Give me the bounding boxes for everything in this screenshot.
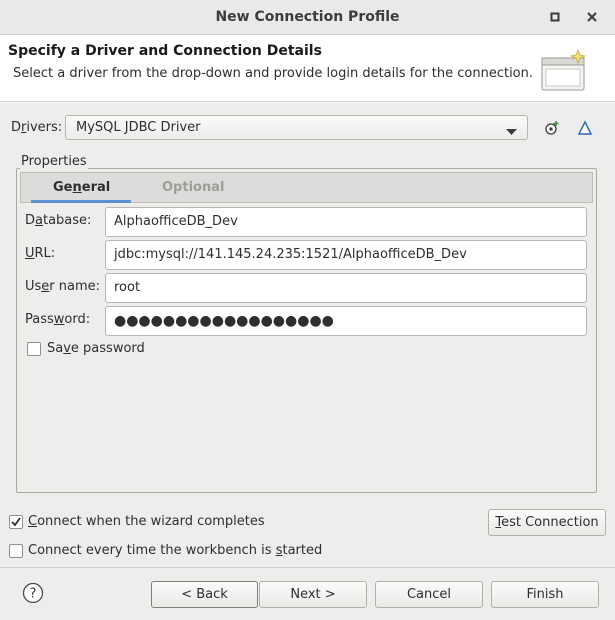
save-password-label: Save password (47, 341, 145, 356)
password-label: Password: (25, 312, 91, 327)
svg-text:?: ? (30, 587, 37, 602)
drivers-selected-value: MySQL JDBC Driver (76, 120, 201, 135)
window-title: New Connection Profile (215, 9, 400, 25)
header-description: Select a driver from the drop-down and p… (13, 66, 533, 81)
drivers-label: Drivers: (11, 120, 63, 135)
wizard-header: Specify a Driver and Connection Details … (0, 36, 615, 102)
checkmark-icon (11, 517, 21, 527)
cancel-button[interactable]: Cancel (375, 581, 483, 608)
window-titlebar: New Connection Profile (0, 0, 615, 35)
drivers-dropdown[interactable]: MySQL JDBC Driver (65, 115, 528, 140)
back-button[interactable]: < Back (151, 581, 258, 608)
url-label: URL: (25, 246, 56, 261)
username-field[interactable]: root (105, 273, 587, 303)
minimize-icon[interactable] (546, 8, 564, 26)
connect-when-complete-checkbox[interactable] (9, 515, 23, 529)
header-title: Specify a Driver and Connection Details (8, 43, 322, 59)
tab-general[interactable]: General (53, 180, 110, 195)
save-password-checkbox[interactable] (27, 342, 41, 356)
dropdown-arrow-icon (506, 125, 517, 140)
username-label: User name: (25, 279, 101, 294)
test-connection-button[interactable]: Test Connection (488, 509, 606, 536)
close-icon[interactable] (583, 8, 601, 26)
database-label: Database: (25, 213, 92, 228)
database-field[interactable]: AlphaofficeDB_Dev (105, 207, 587, 237)
footer-separator (0, 567, 615, 568)
help-icon[interactable]: ? (22, 582, 44, 604)
connect-every-time-checkbox[interactable] (9, 544, 23, 558)
connect-every-time-label: Connect every time the workbench is star… (28, 543, 323, 558)
finish-button[interactable]: Finish (491, 581, 599, 608)
new-driver-icon[interactable] (542, 118, 562, 138)
active-tab-indicator (31, 200, 131, 203)
tab-optional[interactable]: Optional (162, 180, 224, 195)
password-field[interactable]: ●●●●●●●●●●●●●●●●●● (105, 306, 587, 336)
url-field[interactable]: jdbc:mysql://141.145.24.235:1521/Alphaof… (105, 240, 587, 270)
properties-group-label: Properties (20, 154, 88, 169)
properties-tabs: General Optional (20, 172, 593, 203)
wizard-banner-icon (540, 46, 590, 98)
edit-driver-icon[interactable] (575, 118, 595, 138)
connect-when-complete-label: Connect when the wizard completes (28, 514, 265, 529)
next-button[interactable]: Next > (259, 581, 367, 608)
